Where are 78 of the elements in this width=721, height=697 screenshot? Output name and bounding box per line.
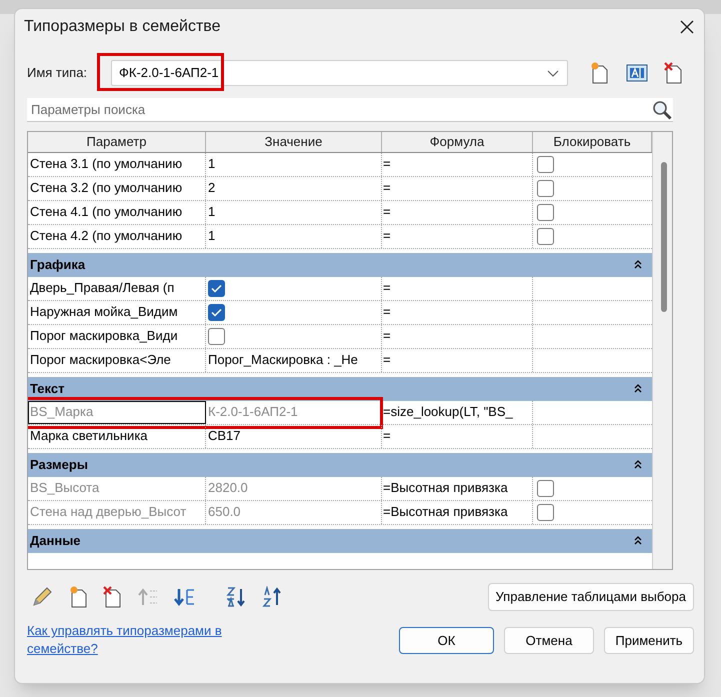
table-cell: Стена 3.1 (по умолчанию: [28, 152, 206, 176]
group-header[interactable]: Графика: [28, 252, 652, 276]
collapse-icon[interactable]: [634, 260, 642, 269]
move-down-icon[interactable]: [173, 587, 195, 607]
scrollbar[interactable]: [652, 132, 672, 569]
sort-descending-icon[interactable]: [261, 586, 283, 608]
table-cell: 1: [206, 200, 382, 224]
manage-lookup-tables-button[interactable]: Управление таблицами выбора: [488, 583, 694, 611]
table-cell: Марка светильника: [28, 424, 206, 448]
table-cell: СВ17: [206, 424, 382, 448]
table-cell: Стена 4.1 (по умолчанию: [28, 200, 206, 224]
collapse-icon[interactable]: [634, 384, 642, 393]
checkbox[interactable]: [208, 280, 225, 296]
search-icon: [652, 100, 672, 120]
new-parameter-icon[interactable]: [69, 586, 89, 608]
table-cell: Порог маскировка_Види: [28, 324, 206, 348]
checkbox[interactable]: [537, 228, 554, 244]
table-cell: Стена над дверью_Высот: [28, 500, 206, 524]
table-cell: Наружная мойка_Видим: [28, 300, 206, 324]
table-cell: Дверь_Правая/Левая (п: [28, 276, 206, 300]
checkbox[interactable]: [537, 204, 554, 220]
checkbox[interactable]: [208, 304, 225, 320]
help-link[interactable]: Как управлять типоразмерами в семействе?: [27, 622, 237, 658]
column-header[interactable]: Значение: [206, 132, 382, 152]
sort-ascending-icon[interactable]: [225, 586, 247, 608]
table-cell: =: [382, 424, 533, 448]
type-name-dropdown[interactable]: ФК-2.0-1-6АП2-1: [111, 60, 568, 86]
table-cell: Порог маскировка<Эле: [28, 348, 206, 372]
delete-parameter-icon[interactable]: [103, 586, 123, 608]
delete-type-icon[interactable]: [664, 62, 684, 84]
checkbox[interactable]: [537, 156, 554, 172]
table-cell: =: [382, 176, 533, 200]
table-cell: =: [382, 152, 533, 176]
window-title: Типоразмеры в семействе: [24, 17, 220, 37]
checkbox[interactable]: [537, 504, 554, 520]
scrollbar-thumb[interactable]: [661, 162, 667, 312]
table-cell: BS_Марка: [28, 400, 206, 424]
dialog-button[interactable]: ОК: [399, 627, 494, 654]
table-cell: =Высотная привязка: [382, 500, 533, 524]
table-cell: Стена 4.2 (по умолчанию: [28, 224, 206, 248]
table-cell: 2: [206, 176, 382, 200]
checkbox[interactable]: [208, 328, 225, 344]
table-cell: =: [382, 300, 533, 324]
table-cell: =size_lookup(LT, "BS_: [382, 400, 533, 424]
table-cell: 1: [206, 152, 382, 176]
table-cell: Стена 3.2 (по умолчанию: [28, 176, 206, 200]
group-header[interactable]: Текст: [28, 376, 652, 400]
table-cell: =: [382, 348, 533, 372]
table-cell: =: [382, 224, 533, 248]
column-header[interactable]: Формула: [382, 132, 533, 152]
new-type-icon[interactable]: [590, 62, 610, 84]
close-icon[interactable]: [680, 20, 694, 34]
dialog-button[interactable]: Применить: [604, 627, 694, 654]
pencil-icon[interactable]: [31, 586, 53, 608]
field-label: Имя типа:: [27, 64, 88, 82]
group-header[interactable]: Размеры: [28, 452, 652, 476]
checkmark-icon: [211, 284, 222, 292]
group-header[interactable]: Данные: [28, 528, 652, 552]
caret-icon: [547, 70, 559, 76]
table-cell: 650.0: [206, 500, 382, 524]
rename-icon[interactable]: [626, 63, 648, 83]
table-cell: =: [382, 200, 533, 224]
collapse-icon[interactable]: [634, 536, 642, 545]
column-header[interactable]: Параметр: [28, 132, 206, 152]
checkbox[interactable]: [537, 180, 554, 196]
table-cell: =Высотная привязка: [382, 476, 533, 500]
dialog-button[interactable]: Отмена: [504, 627, 594, 654]
table-cell: 1: [206, 224, 382, 248]
search-field[interactable]: Параметры поиска: [27, 98, 673, 122]
table-cell: =: [382, 324, 533, 348]
table-cell: К-2.0-1-6АП2-1: [206, 400, 382, 424]
table-cell: 2820.0: [206, 476, 382, 500]
table-cell: Порог_Маскировка : _Не: [206, 348, 382, 372]
table-cell: =: [382, 276, 533, 300]
table-cell: BS_Высота: [28, 476, 206, 500]
checkmark-icon: [211, 308, 222, 316]
collapse-icon[interactable]: [634, 460, 642, 469]
checkbox[interactable]: [537, 480, 554, 496]
